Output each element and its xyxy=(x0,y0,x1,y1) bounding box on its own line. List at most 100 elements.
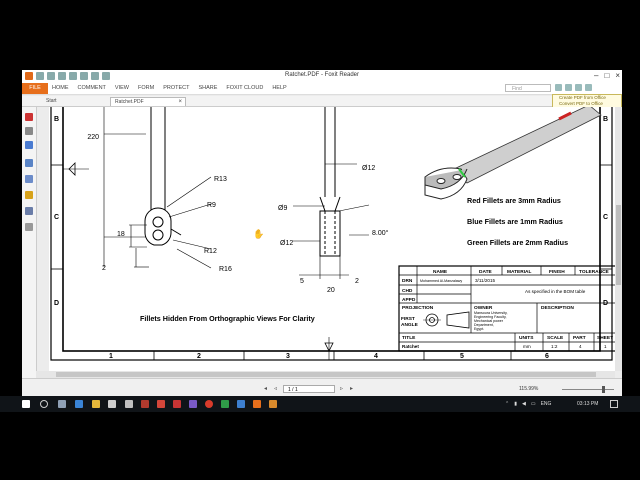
frame-col-5: 5 xyxy=(460,353,464,360)
app-icon-9[interactable] xyxy=(269,400,277,408)
close-tab-icon[interactable]: × xyxy=(178,98,182,107)
ribbon-tabs: HOME COMMENT VIEW FORM PROTECT SHARE FOX… xyxy=(52,83,287,94)
horizontal-scrollbar[interactable] xyxy=(36,371,615,378)
tab-foxit-cloud[interactable]: FOXIT CLOUD xyxy=(226,83,263,94)
security-icon[interactable] xyxy=(25,207,33,215)
prev-page-icon[interactable]: ◃ xyxy=(274,385,277,393)
zoom-slider[interactable] xyxy=(562,386,614,393)
tb-drn-date: 3/11/2015 xyxy=(475,278,496,283)
app-icon-2[interactable] xyxy=(141,400,149,408)
notification-icon[interactable] xyxy=(610,400,618,408)
tb-drn-name: Mohammed Al-Manzalawy xyxy=(420,279,462,283)
tb-title-label: TITLE xyxy=(402,335,416,341)
dim-angle: 8.00° xyxy=(372,229,389,237)
zoom-slider-knob[interactable] xyxy=(602,386,605,393)
tb-header-tolerance: TOLERANCE xyxy=(579,269,610,275)
last-page-icon[interactable]: ▸ xyxy=(350,385,353,393)
store-icon[interactable] xyxy=(108,400,116,408)
search-icon[interactable] xyxy=(555,84,562,91)
collapse-icon[interactable] xyxy=(585,84,592,91)
file-tab[interactable]: FILE xyxy=(22,83,48,94)
app-icon-3[interactable] xyxy=(157,400,165,408)
title-bar: Ratchet.PDF - Foxit Reader – □ × xyxy=(22,70,622,84)
task-view-icon[interactable] xyxy=(58,400,66,408)
first-page-icon[interactable]: ◂ xyxy=(264,385,267,393)
tb-header-date: DATE xyxy=(479,269,493,275)
tb-units-value: mm xyxy=(523,344,531,349)
layers-icon[interactable] xyxy=(25,141,33,149)
frame-col-2: 2 xyxy=(197,353,201,360)
app-icon-6[interactable] xyxy=(205,400,213,408)
doc-tab-label: Start xyxy=(46,98,57,104)
help-icon[interactable] xyxy=(565,84,572,91)
convert-popup[interactable]: Create PDF from Office Convert PDF to Of… xyxy=(552,94,622,108)
settings-icon[interactable] xyxy=(575,84,582,91)
frame-row-c-right: C xyxy=(603,214,608,221)
search-icon[interactable] xyxy=(40,400,48,408)
clock[interactable]: 03:13 PM xyxy=(577,398,598,410)
tb-bom-note: As specified in the BOM table xyxy=(525,289,586,294)
properties-icon[interactable] xyxy=(25,223,33,231)
network-icon[interactable]: ▮ xyxy=(514,398,517,410)
language-indicator[interactable]: ENG xyxy=(541,398,552,410)
file-explorer-icon[interactable] xyxy=(92,400,100,408)
tab-help[interactable]: HELP xyxy=(272,83,286,94)
zoom-level[interactable]: 115.99% xyxy=(519,385,538,393)
dim-220: 220 xyxy=(87,134,99,141)
tb-appd-label: APPD xyxy=(402,297,416,303)
close-icon[interactable]: × xyxy=(615,71,620,80)
foxit-reader-window: Ratchet.PDF - Foxit Reader – □ × FILE HO… xyxy=(22,70,622,396)
battery-icon[interactable]: ▭ xyxy=(531,398,536,410)
attachments-icon[interactable] xyxy=(25,175,33,183)
tab-protect[interactable]: PROTECT xyxy=(163,83,189,94)
doc-tab-label: Ratchet.PDF xyxy=(115,99,144,105)
vertical-scroll-thumb[interactable] xyxy=(616,205,621,285)
tab-form[interactable]: FORM xyxy=(138,83,154,94)
app-icon-4[interactable] xyxy=(173,400,181,408)
dim-2: 2 xyxy=(102,265,106,272)
pawl-side-view xyxy=(319,107,341,257)
volume-icon[interactable]: ◀ xyxy=(522,398,526,410)
tb-title-value: Ratchet xyxy=(402,344,419,349)
dim-dia12: Ø12 xyxy=(280,240,293,247)
app-icon-7[interactable] xyxy=(221,400,229,408)
tab-home[interactable]: HOME xyxy=(52,83,69,94)
frame-col-1: 1 xyxy=(109,353,113,360)
tab-view[interactable]: VIEW xyxy=(115,83,129,94)
dim-dia9: Ø9 xyxy=(278,205,287,212)
doc-tab-start[interactable]: Start xyxy=(42,97,102,106)
tray-chevron-icon[interactable]: ⌃ xyxy=(505,398,509,410)
maximize-icon[interactable]: □ xyxy=(604,71,609,80)
vertical-scrollbar[interactable] xyxy=(615,107,622,371)
note-red-fillets: Red Fillets are 3mm Radius xyxy=(467,196,561,205)
frame-row-d-left: D xyxy=(54,300,59,307)
windows-start-icon[interactable] xyxy=(22,400,30,408)
minimize-icon[interactable]: – xyxy=(594,71,598,80)
engineering-drawing: B C D B C D 1 2 3 4 5 6 220 R13 R9 18 R1… xyxy=(50,107,615,361)
tb-header-name: NAME xyxy=(433,269,448,275)
dim-r13: R13 xyxy=(214,176,227,183)
signature-icon[interactable] xyxy=(25,191,33,199)
pages-icon[interactable] xyxy=(25,127,33,135)
foxit-taskbar-icon[interactable] xyxy=(253,400,261,408)
doc-tab-ratchet[interactable]: Ratchet.PDF × xyxy=(110,97,186,106)
status-bar: ◂ ◃ 1 / 1 ▹ ▸ 115.99% xyxy=(22,378,622,396)
app-icon-5[interactable] xyxy=(189,400,197,408)
tab-comment[interactable]: COMMENT xyxy=(78,83,106,94)
dim-r9: R9 xyxy=(207,202,216,209)
hand-cursor-icon: ✋ xyxy=(253,228,264,239)
comments-icon[interactable] xyxy=(25,159,33,167)
tb-drn-label: DRN xyxy=(402,278,413,284)
tab-share[interactable]: SHARE xyxy=(198,83,217,94)
page-number-input[interactable]: 1 / 1 xyxy=(283,385,335,393)
pawl-front-view xyxy=(144,107,182,246)
bookmark-icon[interactable] xyxy=(25,113,33,121)
find-input[interactable]: Find xyxy=(505,84,551,92)
edge-icon[interactable] xyxy=(75,400,83,408)
app-icon-8[interactable] xyxy=(237,400,245,408)
next-page-icon[interactable]: ▹ xyxy=(340,385,343,393)
horizontal-scroll-thumb[interactable] xyxy=(56,372,596,377)
tb-part-value: 4 xyxy=(579,344,582,349)
app-icon-1[interactable] xyxy=(125,400,133,408)
frame-row-b-left: B xyxy=(54,116,59,123)
